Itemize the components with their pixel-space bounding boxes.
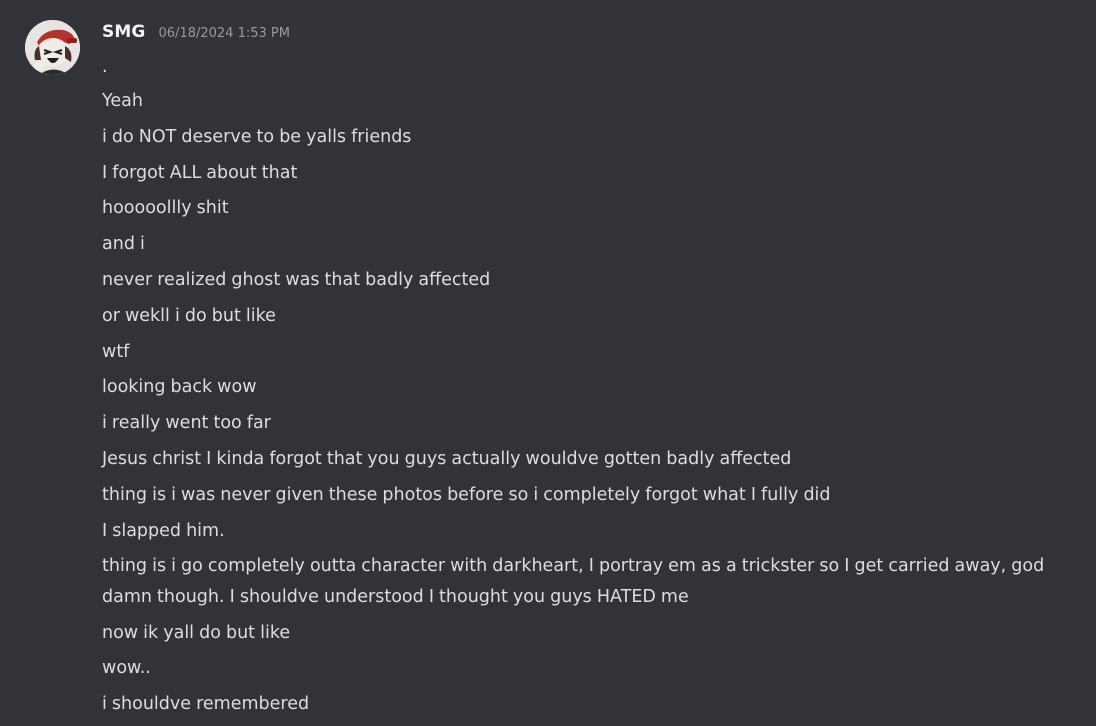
message-line: thing is i was never given these photos … xyxy=(102,484,831,505)
message-line: and i xyxy=(102,234,145,255)
message-list: . Yeah i do NOT deserve to be yalls frie… xyxy=(102,52,1062,725)
message-line: i really went too far xyxy=(102,413,271,434)
message-line: i shouldve remembered xyxy=(102,694,310,715)
message-line: I forgot ALL about that xyxy=(102,162,298,183)
user-avatar-icon[interactable] xyxy=(25,20,80,75)
message-line: hooooollly shit xyxy=(102,198,229,219)
message-group: SMG 06/18/2024 1:53 PM . Yeah i do NOT d… xyxy=(0,0,1096,726)
message-header: SMG 06/18/2024 1:53 PM xyxy=(102,22,290,48)
message-line: Jesus christ I kinda forgot that you guy… xyxy=(102,448,792,469)
message-line: looking back wow xyxy=(102,377,257,398)
message-line: now ik yall do but like xyxy=(102,622,291,643)
timestamp: 06/18/2024 1:53 PM xyxy=(158,26,290,41)
message-line: . xyxy=(102,57,108,77)
username[interactable]: SMG xyxy=(102,22,145,42)
message-line: thing is i go completely outta character… xyxy=(102,556,1050,607)
message-line: I slapped him. xyxy=(102,520,225,541)
message-line: i do NOT deserve to be yalls friends xyxy=(102,126,412,147)
message-line: wow.. xyxy=(102,658,151,679)
message-line: or wekll i do but like xyxy=(102,305,276,326)
message-line: never realized ghost was that badly affe… xyxy=(102,269,491,290)
message-line: wtf xyxy=(102,341,130,362)
message-line: Yeah xyxy=(102,91,143,111)
